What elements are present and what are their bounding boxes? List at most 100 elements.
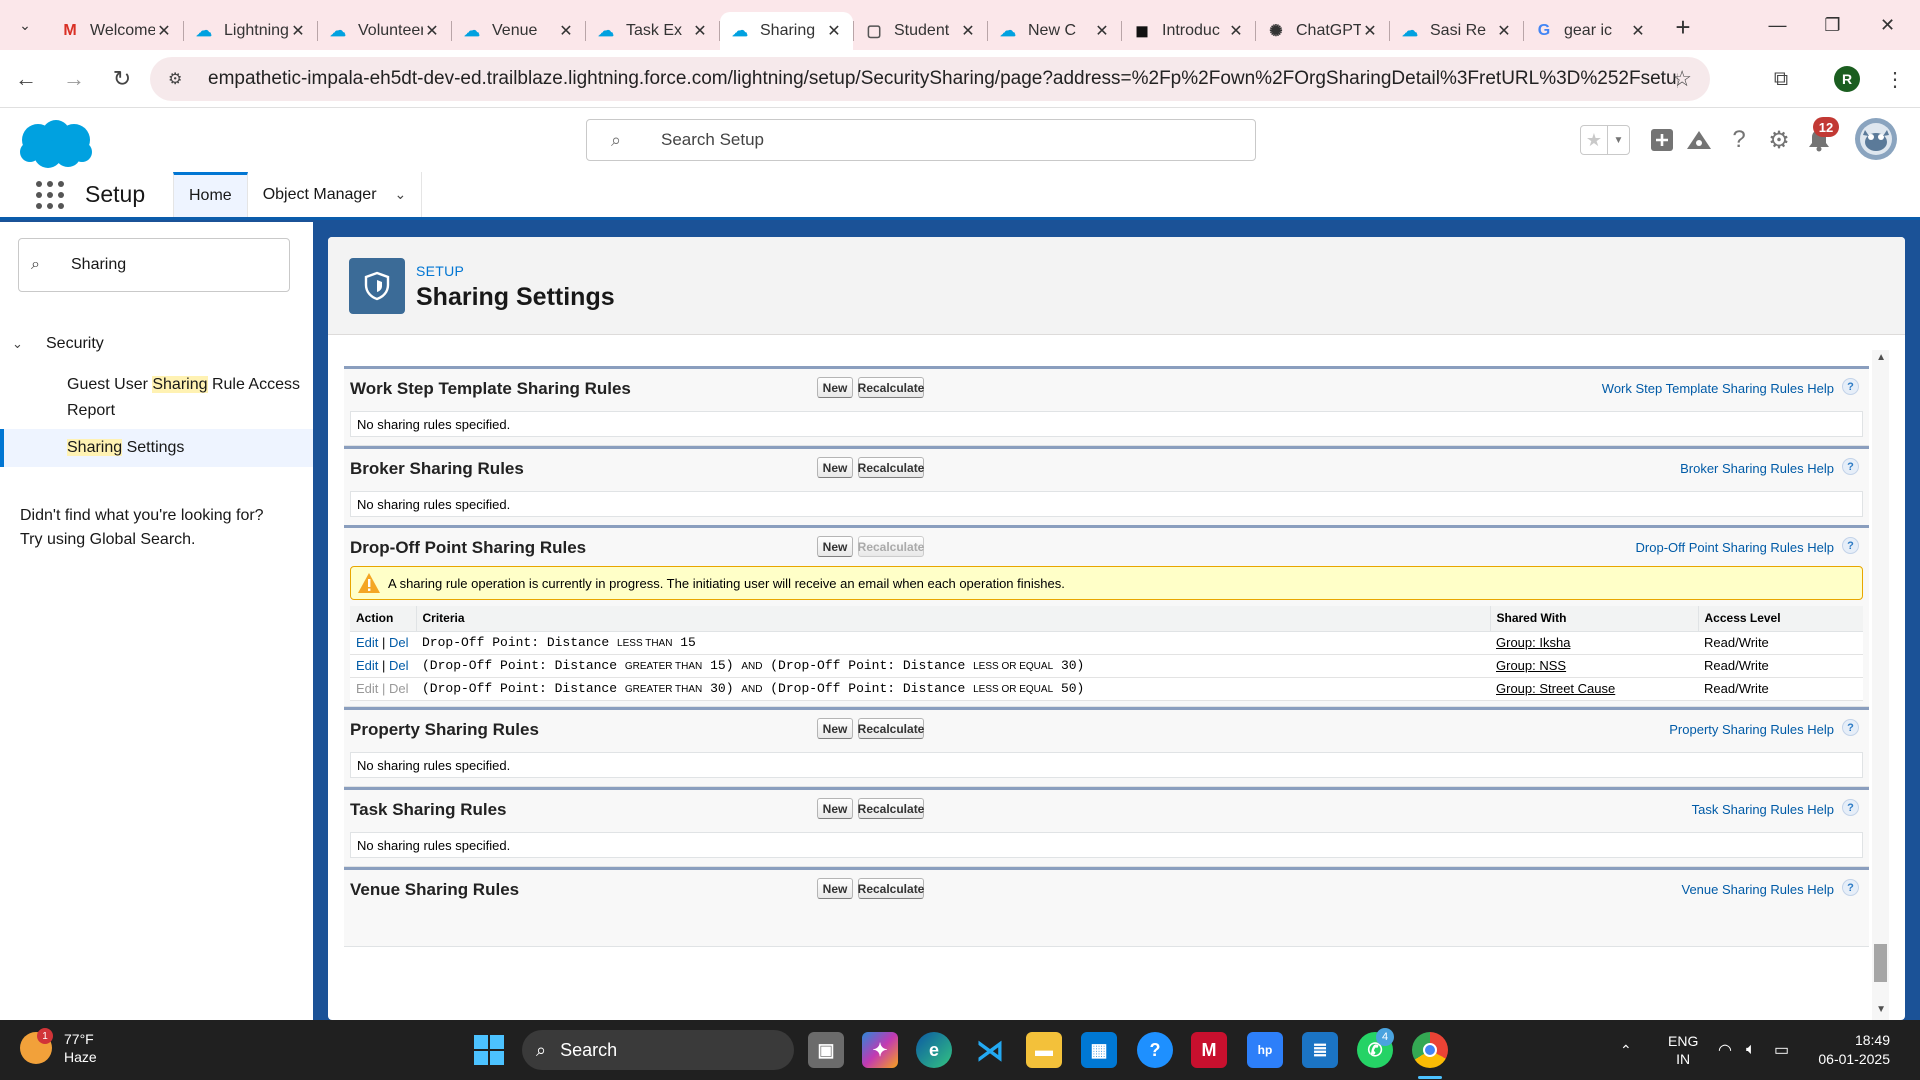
new-tab-plus-icon[interactable]: + [1663,7,1703,47]
scroll-down-arrow-icon[interactable]: ▼ [1876,1004,1886,1015]
tab-search-chevron-icon[interactable]: ⌄ [0,0,50,50]
chevron-down-icon[interactable]: ⌄ [12,336,32,352]
help-question-icon[interactable]: ? [1842,378,1859,395]
show-hidden-icons-chevron-icon[interactable]: ⌃ [1620,1020,1632,1080]
close-tab-icon[interactable]: ✕ [155,21,173,41]
edit-link[interactable]: Edit [356,635,378,650]
vscode-icon[interactable]: ⋊ [972,1032,1008,1068]
sidebar-item-guest-user-sharing-report[interactable]: Guest User Sharing Rule Access Report [0,372,313,424]
help-question-icon[interactable]: ? [1842,458,1859,475]
nav-tab-home[interactable]: Home [173,172,248,217]
close-window-icon[interactable]: ✕ [1860,0,1915,50]
browser-tab[interactable]: ☁ Sharing ✕ [720,12,853,50]
microsoft-store-icon[interactable]: ▦ [1081,1032,1117,1068]
trailhead-guidance-icon[interactable] [1683,124,1715,156]
help-link[interactable]: Task Sharing Rules Help [1692,802,1834,817]
bookmark-star-icon[interactable]: ☆ [1672,66,1692,92]
new-button[interactable]: New [817,878,853,899]
browser-menu-kebab-icon[interactable]: ⋮ [1880,64,1910,94]
close-tab-icon[interactable]: ✕ [1227,21,1245,41]
address-bar[interactable]: ⚙ empathetic-impala-eh5dt-dev-ed.trailbl… [150,57,1710,101]
help-link[interactable]: Venue Sharing Rules Help [1682,882,1835,897]
close-tab-icon[interactable]: ✕ [825,21,843,41]
close-tab-icon[interactable]: ✕ [557,21,575,41]
language-indicator[interactable]: ENG IN [1668,1020,1698,1080]
close-tab-icon[interactable]: ✕ [423,21,441,41]
browser-tab[interactable]: ◼ Introduc ✕ [1122,12,1255,50]
url-text[interactable]: empathetic-impala-eh5dt-dev-ed.trailblaz… [208,68,1678,90]
maximize-icon[interactable]: ❐ [1805,0,1860,50]
chrome-icon[interactable] [1412,1032,1448,1068]
browser-tab[interactable]: ☁ Venue ✕ [452,12,585,50]
app-launcher-waffle-icon[interactable] [25,172,75,217]
browser-tab[interactable]: ✺ ChatGPT ✕ [1256,12,1389,50]
browser-tab[interactable]: ☁ New C ✕ [988,12,1121,50]
quick-find-input[interactable]: ⌕ Sharing [18,238,290,292]
group-link[interactable]: Group: Street Cause [1496,681,1615,696]
back-arrow-icon[interactable]: ← [4,57,48,101]
setup-gear-icon[interactable]: ⚙ [1763,124,1795,156]
close-tab-icon[interactable]: ✕ [1629,21,1647,41]
help-question-icon[interactable]: ? [1842,537,1859,554]
taskbar-search-box[interactable]: ⌕ Search [522,1030,794,1070]
mcafee-icon[interactable]: M [1191,1032,1227,1068]
delete-link[interactable]: Del [389,635,409,650]
close-tab-icon[interactable]: ✕ [691,21,709,41]
help-link[interactable]: Broker Sharing Rules Help [1680,461,1834,476]
forward-arrow-icon[interactable]: → [52,57,96,101]
help-link[interactable]: Drop-Off Point Sharing Rules Help [1636,540,1834,555]
windows-start-icon[interactable] [474,1035,504,1065]
scrollbar-thumb[interactable] [1874,944,1887,982]
search-setup-input[interactable]: ⌕ Search Setup [586,119,1256,161]
myhp-icon[interactable]: hp [1247,1032,1283,1068]
close-tab-icon[interactable]: ✕ [1093,21,1111,41]
global-actions-plus-icon[interactable] [1646,124,1678,156]
delete-link[interactable]: Del [389,658,409,673]
new-button[interactable]: New [817,457,853,478]
favorites-star-icon[interactable]: ★ [1581,126,1607,154]
nav-tab-object-manager[interactable]: Object Manager ⌄ [248,172,423,217]
group-link[interactable]: Group: Iksha [1496,635,1570,650]
recalculate-button[interactable]: Recalculate [858,798,924,819]
get-help-icon[interactable]: ? [1137,1032,1173,1068]
help-link[interactable]: Work Step Template Sharing Rules Help [1602,381,1834,396]
close-tab-icon[interactable]: ✕ [1495,21,1513,41]
site-info-icon[interactable]: ⚙ [168,69,190,89]
help-link[interactable]: Property Sharing Rules Help [1669,722,1834,737]
task-view-icon[interactable]: ▣ [808,1032,844,1068]
browser-tab[interactable]: Ggear ic ✕ [1524,12,1657,50]
new-button[interactable]: New [817,536,853,557]
recalculate-button[interactable]: Recalculate [858,718,924,739]
chevron-down-icon[interactable]: ⌄ [395,186,407,203]
browser-tab[interactable]: ☁ Lightning ✕ [184,12,317,50]
browser-tab[interactable]: ▢ Student ✕ [854,12,987,50]
extensions-puzzle-icon[interactable]: ⧉ [1766,64,1796,94]
group-link[interactable]: Group: NSS [1496,658,1566,673]
battery-icon[interactable]: ▭ [1774,1020,1789,1080]
browser-tab[interactable]: ☁ Volunteer ✕ [318,12,451,50]
file-explorer-icon[interactable]: ▬ [1026,1032,1062,1068]
close-tab-icon[interactable]: ✕ [1361,21,1379,41]
volume-icon[interactable]: 🔈︎ [1746,1020,1756,1080]
edge-browser-icon[interactable]: e [916,1032,952,1068]
minimize-icon[interactable]: — [1750,0,1805,50]
copilot-icon[interactable]: ✦ [862,1032,898,1068]
reload-icon[interactable]: ↻ [100,57,144,101]
recalculate-button[interactable]: Recalculate [858,457,924,478]
weather-widget[interactable]: 1 77°F Haze [20,1028,97,1066]
new-button[interactable]: New [817,377,853,398]
wifi-icon[interactable]: ◠ [1718,1020,1732,1080]
help-question-icon[interactable]: ? [1842,799,1859,816]
browser-tab[interactable]: ☁ Task Ex ✕ [586,12,719,50]
close-tab-icon[interactable]: ✕ [289,21,307,41]
browser-profile-avatar[interactable]: R [1834,66,1860,92]
user-avatar[interactable] [1855,118,1897,160]
favorites-dropdown-icon[interactable]: ▼ [1607,126,1629,154]
new-button[interactable]: New [817,718,853,739]
favorites-combo[interactable]: ★ ▼ [1580,125,1630,155]
recalculate-button[interactable]: Recalculate [858,878,924,899]
browser-tab[interactable]: ☁ Sasi Re ✕ [1390,12,1523,50]
vertical-scrollbar[interactable]: ▲ ▼ [1872,350,1889,1020]
close-tab-icon[interactable]: ✕ [959,21,977,41]
help-question-icon[interactable]: ? [1842,879,1859,896]
